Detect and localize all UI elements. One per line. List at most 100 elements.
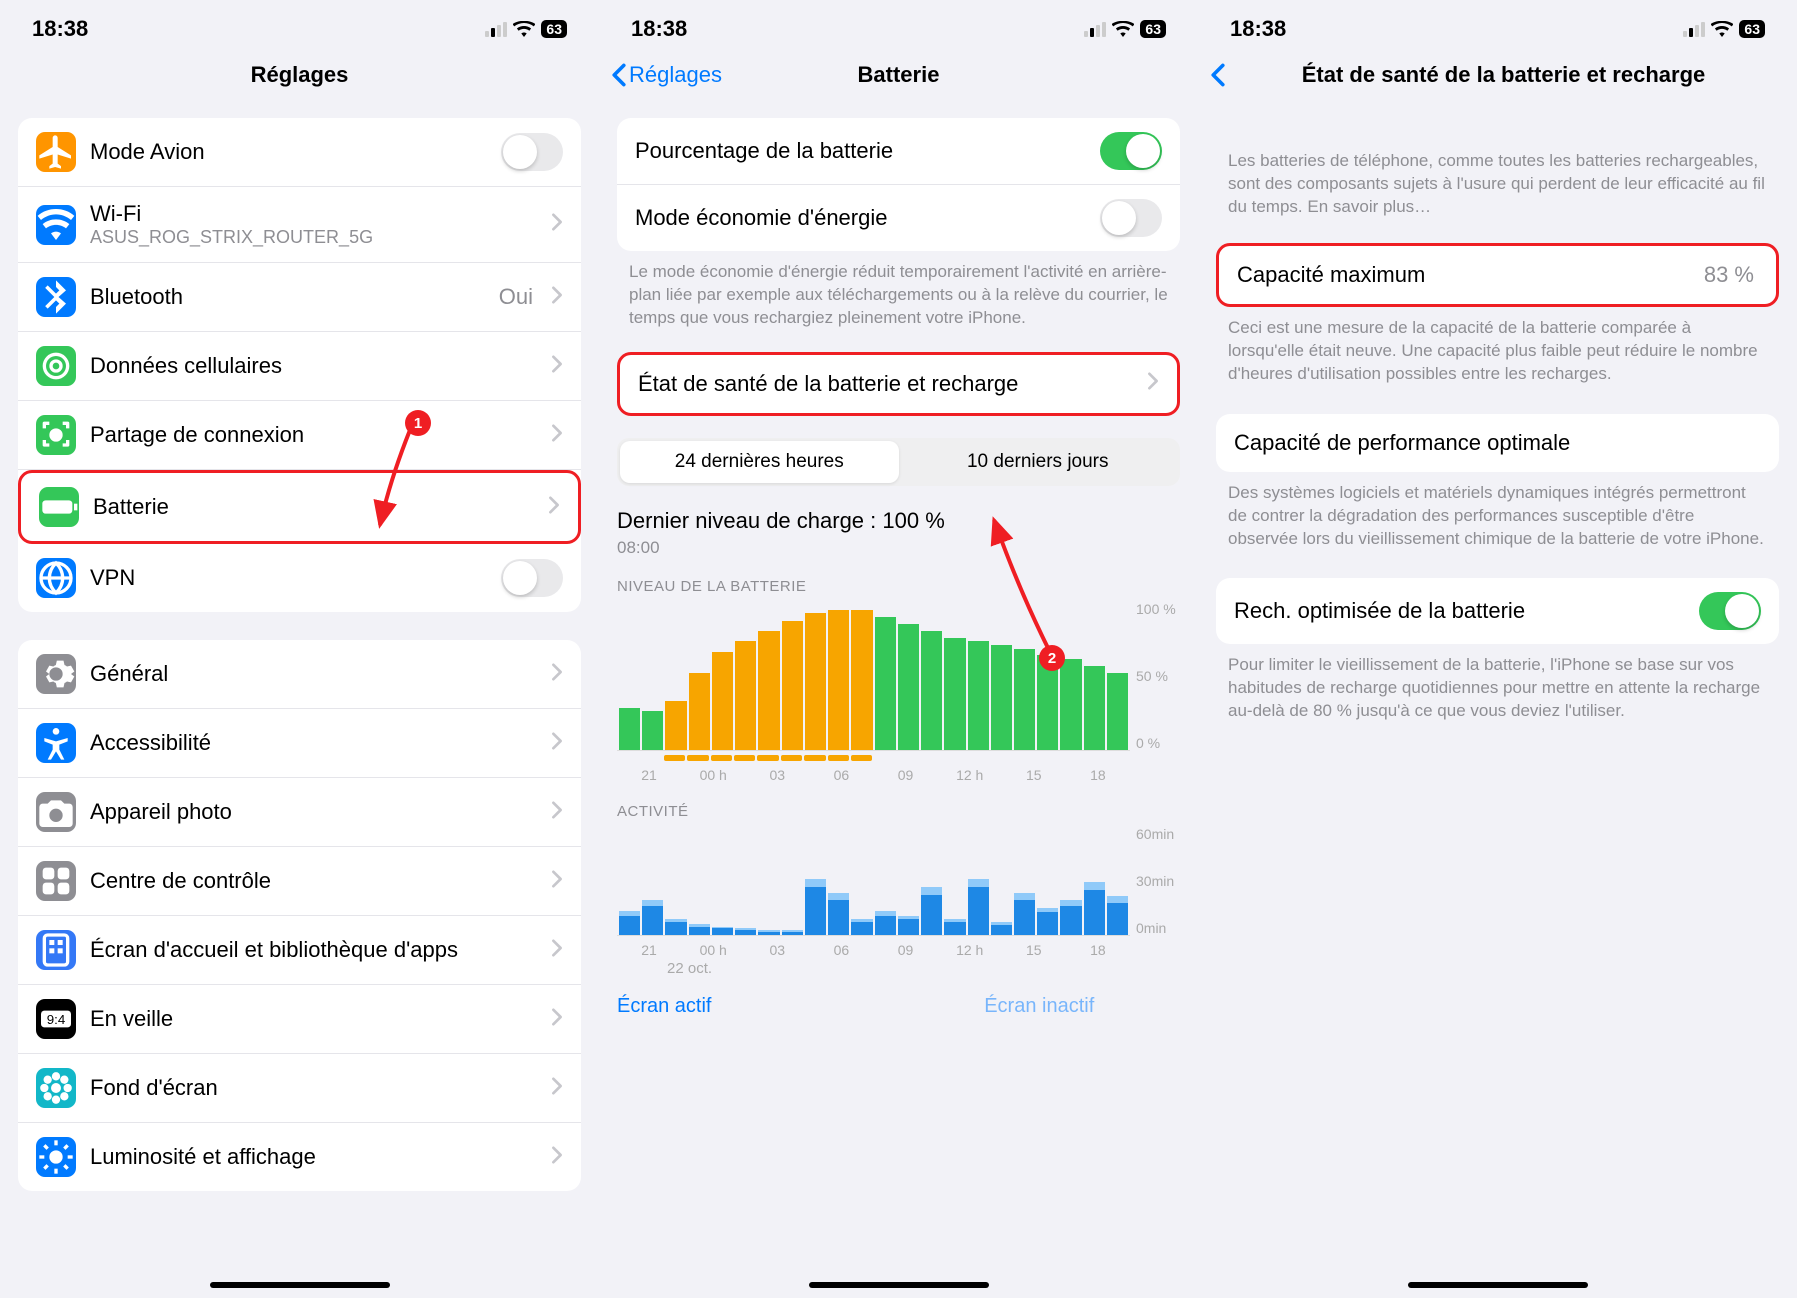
settings-row-cellular[interactable]: Données cellulaires <box>18 332 581 401</box>
low-power-toggle[interactable] <box>1100 199 1162 237</box>
chevron-right-icon <box>1147 372 1159 395</box>
optimized-charging-toggle[interactable] <box>1699 592 1761 630</box>
activity-bar <box>944 919 965 935</box>
activity-bar <box>828 893 849 935</box>
toggle[interactable] <box>501 559 563 597</box>
home-indicator[interactable] <box>210 1282 390 1288</box>
home-indicator[interactable] <box>1408 1282 1588 1288</box>
settings-row-airplane[interactable]: Mode Avion <box>18 118 581 187</box>
tab-screen-active[interactable]: Écran actif <box>617 995 899 1018</box>
settings-row-standby[interactable]: 9:4En veille <box>18 985 581 1054</box>
perf-capability-row[interactable]: Capacité de performance optimale <box>1216 414 1779 472</box>
chevron-right-icon <box>551 1146 563 1169</box>
control-icon <box>36 861 76 901</box>
chevron-right-icon <box>551 424 563 447</box>
activity-bar <box>991 922 1012 935</box>
tab-screen-inactive[interactable]: Écran inactif <box>899 995 1181 1018</box>
back-button[interactable] <box>1210 63 1226 87</box>
settings-row-bluetooth[interactable]: BluetoothOui <box>18 263 581 332</box>
settings-row-vpn[interactable]: VPN <box>18 544 581 612</box>
row-sublabel: ASUS_ROG_STRIX_ROUTER_5G <box>90 227 537 248</box>
activity-bar <box>689 924 710 935</box>
time-range-segment[interactable]: 24 dernières heures 10 derniers jours <box>617 438 1180 486</box>
chevron-right-icon <box>551 1008 563 1031</box>
settings-row-battery[interactable]: Batterie <box>18 470 581 544</box>
row-label: Partage de connexion <box>90 422 537 448</box>
battery-percentage-row[interactable]: Pourcentage de la batterie <box>617 118 1180 185</box>
status-bar: 18:38 63 <box>0 0 599 50</box>
settings-row-home[interactable]: Écran d'accueil et bibliothèque d'apps <box>18 916 581 985</box>
seg-10d[interactable]: 10 derniers jours <box>899 441 1178 483</box>
level-bar <box>991 645 1012 750</box>
level-bar <box>898 624 919 750</box>
low-power-row[interactable]: Mode économie d'énergie <box>617 185 1180 251</box>
standby-icon: 9:4 <box>36 999 76 1039</box>
max-capacity-footer: Ceci est une mesure de la capacité de la… <box>1198 307 1797 386</box>
row-label: Batterie <box>93 494 534 520</box>
vpn-icon <box>36 558 76 598</box>
cellular-icon <box>36 346 76 386</box>
cellular-signal-icon <box>485 22 507 37</box>
back-label: Réglages <box>629 62 722 88</box>
battery-health-screen: 18:38 63 État de santé de la batterie et… <box>1198 0 1797 1298</box>
wifi-icon <box>1711 21 1733 37</box>
row-label: Mode Avion <box>90 139 487 165</box>
level-bar <box>851 610 872 750</box>
settings-row-wallpaper[interactable]: Fond d'écran <box>18 1054 581 1123</box>
activity-xaxis: 2100 h03060912 h1518 <box>617 942 1180 958</box>
activity-bar <box>642 900 663 935</box>
seg-24h[interactable]: 24 dernières heures <box>620 441 899 483</box>
accessibility-icon <box>36 723 76 763</box>
activity-bar <box>1107 896 1128 934</box>
battery-percentage-toggle[interactable] <box>1100 132 1162 170</box>
activity-bar <box>758 930 779 935</box>
row-label: Rech. optimisée de la batterie <box>1234 598 1685 624</box>
settings-row-camera[interactable]: Appareil photo <box>18 778 581 847</box>
battery-pct-icon: 63 <box>1140 20 1166 38</box>
home-indicator[interactable] <box>809 1282 989 1288</box>
low-power-footer: Le mode économie d'énergie réduit tempor… <box>599 251 1198 330</box>
airplane-icon <box>36 132 76 172</box>
learn-more-link[interactable]: En savoir plus… <box>1307 197 1431 216</box>
optimized-charging-row[interactable]: Rech. optimisée de la batterie <box>1216 578 1779 644</box>
activity-bar <box>1014 893 1035 935</box>
svg-text:9:4: 9:4 <box>47 1012 66 1027</box>
settings-screen: 18:38 63 Réglages Mode AvionWi-FiASUS_RO… <box>0 0 599 1298</box>
settings-row-hotspot[interactable]: Partage de connexion <box>18 401 581 470</box>
max-capacity-section: Capacité maximum 83 % <box>1216 243 1779 307</box>
row-label: Capacité de performance optimale <box>1234 430 1761 456</box>
status-right: 63 <box>485 20 567 38</box>
level-bar <box>689 673 710 750</box>
level-bar <box>944 638 965 750</box>
row-label: Mode économie d'énergie <box>635 205 1086 231</box>
activity-bar <box>875 911 896 935</box>
battery-health-row[interactable]: État de santé de la batterie et recharge <box>620 355 1177 413</box>
settings-row-brightness[interactable]: Luminosité et affichage <box>18 1123 581 1191</box>
settings-row-accessibility[interactable]: Accessibilité <box>18 709 581 778</box>
wifi-icon <box>36 205 76 245</box>
chevron-right-icon <box>551 1077 563 1100</box>
max-capacity-row[interactable]: Capacité maximum 83 % <box>1219 246 1776 304</box>
annotation-marker-1: 1 <box>405 410 431 436</box>
row-label: État de santé de la batterie et recharge <box>638 371 1133 397</box>
level-bar <box>758 631 779 750</box>
back-button[interactable]: Réglages <box>611 62 722 88</box>
toggle[interactable] <box>501 133 563 171</box>
level-bar <box>712 652 733 750</box>
activity-bar <box>1084 882 1105 935</box>
status-time: 18:38 <box>1230 16 1286 42</box>
row-label: VPN <box>90 565 487 591</box>
status-bar: 18:38 63 <box>1198 0 1797 50</box>
activity-bar <box>805 879 826 935</box>
activity-bar <box>735 928 756 934</box>
level-bar <box>968 641 989 750</box>
level-chart-label: NIVEAU DE LA BATTERIE <box>617 578 1180 595</box>
perf-capability-section: Capacité de performance optimale <box>1216 414 1779 472</box>
activity-bar <box>921 887 942 935</box>
cellular-signal-icon <box>1683 22 1705 37</box>
level-yaxis: 100 % 50 % 0 % <box>1130 601 1180 751</box>
settings-row-gear[interactable]: Général <box>18 640 581 709</box>
settings-row-control[interactable]: Centre de contrôle <box>18 847 581 916</box>
settings-row-wifi[interactable]: Wi-FiASUS_ROG_STRIX_ROUTER_5G <box>18 187 581 263</box>
chevron-right-icon <box>551 286 563 309</box>
